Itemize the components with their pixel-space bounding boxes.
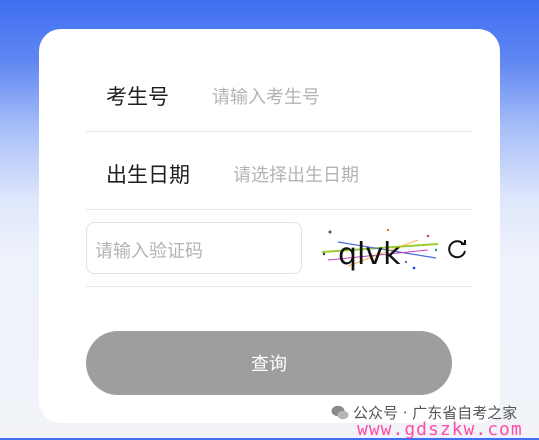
watermark: 公众号 · 广东省自考之家 www.gdszkw.com	[331, 402, 536, 440]
captcha-image[interactable]: qlvk	[318, 222, 448, 274]
captcha-input-placeholder: 请输入验证码	[95, 241, 203, 262]
exam-number-row[interactable]: 考生号 请输入考生号	[86, 59, 472, 132]
refresh-icon[interactable]	[446, 238, 468, 260]
query-form-card: 考生号 请输入考生号 出生日期 请选择出生日期 请输入验证码 qlvk 查询	[39, 29, 500, 423]
birth-date-picker[interactable]: 请选择出生日期	[233, 161, 359, 187]
exam-number-input[interactable]: 请输入考生号	[212, 83, 320, 109]
captcha-input[interactable]: 请输入验证码	[86, 222, 302, 274]
wechat-icon	[331, 405, 349, 419]
birth-date-label: 出生日期	[106, 163, 190, 187]
watermark-text2: www.gdszkw.com	[357, 419, 523, 440]
exam-number-label: 考生号	[106, 85, 169, 109]
birth-date-row[interactable]: 出生日期 请选择出生日期	[86, 132, 472, 210]
captcha-text: qlvk	[338, 237, 401, 272]
query-button[interactable]: 查询	[86, 331, 452, 395]
captcha-row: 请输入验证码 qlvk	[86, 210, 472, 287]
